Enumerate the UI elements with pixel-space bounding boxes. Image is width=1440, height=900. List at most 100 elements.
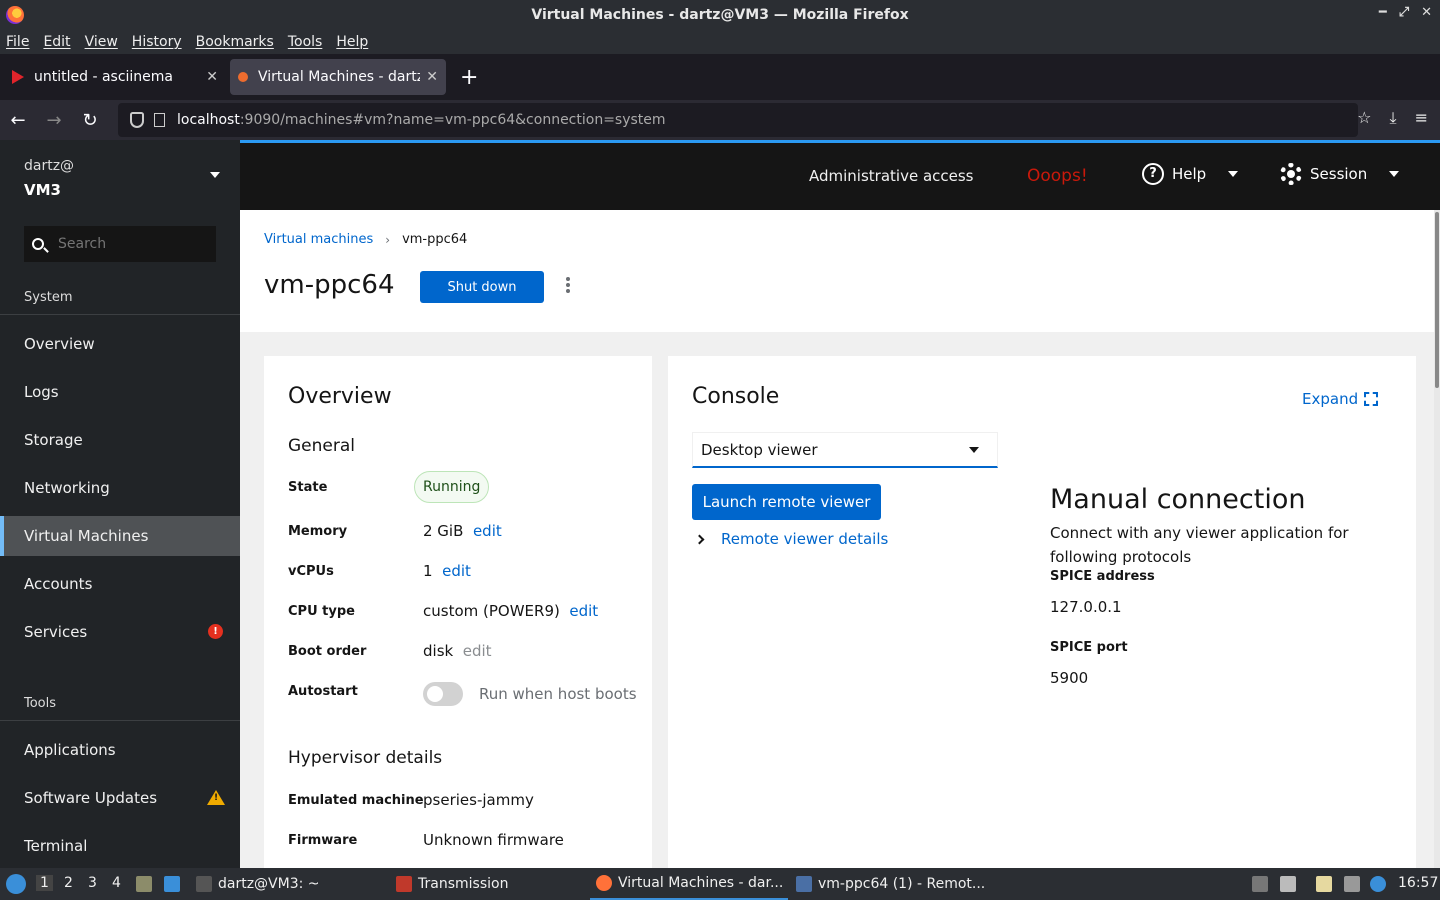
autostart-label: Autostart bbox=[288, 684, 358, 699]
menu-file[interactable]: File bbox=[6, 34, 29, 50]
expand-icon bbox=[1364, 392, 1379, 406]
task-label: Virtual Machines - dar... bbox=[618, 875, 784, 891]
autostart-toggle-label: Run when host boots bbox=[479, 685, 637, 703]
clock: 16:57 bbox=[1398, 875, 1439, 891]
close-tab-icon[interactable]: ✕ bbox=[426, 69, 438, 85]
chevron-right-icon bbox=[694, 534, 705, 544]
close-window-icon[interactable]: ✕ bbox=[1421, 5, 1432, 20]
session-label: Session bbox=[1310, 165, 1368, 183]
task-remote-viewer[interactable]: vm-ppc64 (1) - Remot... bbox=[790, 868, 985, 900]
tracking-shield-icon[interactable] bbox=[130, 112, 144, 128]
task-firefox[interactable]: Virtual Machines - dar... bbox=[590, 868, 788, 900]
maximize-icon[interactable]: ⤢ bbox=[1399, 5, 1409, 20]
menu-history[interactable]: History bbox=[132, 34, 182, 50]
vcpus-edit-link[interactable]: edit bbox=[442, 562, 471, 580]
status-badge: Running bbox=[414, 471, 490, 503]
breadcrumb: Virtual machines › vm-ppc64 bbox=[264, 232, 467, 247]
spice-address-label: SPICE address bbox=[1050, 569, 1155, 584]
tab-label: Virtual Machines - dartz@ bbox=[258, 69, 421, 85]
sidebar-item-networking[interactable]: Networking bbox=[0, 468, 240, 508]
host-caret-icon[interactable] bbox=[210, 172, 220, 178]
sidebar-item-virtual-machines[interactable]: Virtual Machines bbox=[0, 516, 240, 556]
task-label: dartz@VM3: ~ bbox=[218, 876, 320, 892]
network-icon[interactable] bbox=[1344, 876, 1360, 892]
session-menu-button[interactable]: Session bbox=[1280, 163, 1400, 185]
sidebar-item-storage[interactable]: Storage bbox=[0, 420, 240, 460]
remote-viewer-details-toggle[interactable]: Remote viewer details bbox=[692, 530, 888, 548]
divider bbox=[0, 314, 240, 315]
search-input[interactable] bbox=[58, 236, 198, 252]
launch-remote-viewer-button[interactable]: Launch remote viewer bbox=[692, 484, 881, 520]
workspace-3[interactable]: 3 bbox=[88, 875, 97, 891]
sidebar-search[interactable] bbox=[24, 226, 216, 262]
menu-edit[interactable]: Edit bbox=[43, 34, 70, 50]
sidebar-item-accounts[interactable]: Accounts bbox=[0, 564, 240, 604]
task-terminal[interactable]: dartz@VM3: ~ bbox=[190, 868, 320, 900]
new-tab-icon[interactable]: + bbox=[460, 65, 478, 90]
scrollbar-thumb[interactable] bbox=[1435, 212, 1439, 388]
divider bbox=[0, 720, 240, 721]
menu-tools[interactable]: Tools bbox=[288, 34, 323, 50]
error-badge-icon: ! bbox=[208, 624, 223, 639]
sidebar-item-logs[interactable]: Logs bbox=[0, 372, 240, 412]
downloads-icon[interactable]: ⤓ bbox=[1390, 108, 1397, 128]
viewer-type-select[interactable]: Desktop viewer bbox=[692, 432, 998, 468]
memory-value: 2 GiB edit bbox=[423, 522, 502, 540]
firmware-label: Firmware bbox=[288, 833, 358, 848]
back-icon[interactable]: ← bbox=[0, 110, 36, 131]
show-desktop-icon[interactable] bbox=[164, 876, 180, 892]
sidebar-item-overview[interactable]: Overview bbox=[0, 324, 240, 364]
toolbar-right: ☆ ⤓ ≡ bbox=[1357, 108, 1428, 128]
clipboard-icon[interactable] bbox=[1316, 876, 1332, 892]
task-transmission[interactable]: Transmission bbox=[390, 868, 508, 900]
sidebar-item-software-updates[interactable]: Software Updates bbox=[0, 778, 240, 818]
firefox-icon bbox=[596, 875, 612, 891]
sidebar-item-terminal[interactable]: Terminal bbox=[0, 826, 240, 866]
menu-bookmarks[interactable]: Bookmarks bbox=[196, 34, 274, 50]
spice-port-value: 5900 bbox=[1050, 669, 1089, 687]
menu-help[interactable]: Help bbox=[336, 34, 368, 50]
firefox-logo-icon bbox=[6, 6, 24, 24]
section-tools: Tools bbox=[24, 696, 57, 711]
start-menu-icon[interactable] bbox=[6, 874, 26, 894]
breadcrumb-virtual-machines[interactable]: Virtual machines bbox=[264, 232, 373, 247]
url-host: localhost bbox=[177, 112, 240, 128]
memory-edit-link[interactable]: edit bbox=[473, 522, 502, 540]
close-tab-icon[interactable]: ✕ bbox=[206, 69, 218, 85]
app-menu-icon[interactable]: ≡ bbox=[1415, 108, 1428, 128]
workspace-4[interactable]: 4 bbox=[112, 875, 121, 891]
caret-down-icon bbox=[1389, 171, 1400, 177]
reload-icon[interactable]: ↻ bbox=[72, 110, 108, 131]
url-bar[interactable]: localhost:9090/machines#vm?name=vm-ppc64… bbox=[118, 103, 1358, 137]
file-manager-icon[interactable] bbox=[136, 876, 152, 892]
kebab-menu-icon[interactable] bbox=[564, 277, 572, 293]
workspace-2[interactable]: 2 bbox=[64, 875, 73, 891]
notification-icon[interactable] bbox=[1370, 876, 1386, 892]
page-info-icon[interactable] bbox=[154, 113, 165, 127]
firmware-value: Unknown firmware bbox=[423, 831, 564, 849]
sidebar-item-applications[interactable]: Applications bbox=[0, 730, 240, 770]
tab-virtual-machines[interactable]: Virtual Machines - dartz@ ✕ bbox=[230, 59, 446, 95]
volume-icon[interactable] bbox=[1280, 876, 1296, 892]
help-label: Help bbox=[1172, 165, 1207, 183]
expand-button[interactable]: Expand bbox=[1302, 390, 1379, 408]
sidebar-item-services[interactable]: Services bbox=[0, 612, 240, 652]
tab-asciinema[interactable]: untitled - asciinema ✕ bbox=[4, 59, 226, 95]
autostart-toggle[interactable] bbox=[423, 682, 463, 706]
tray-update-icon[interactable] bbox=[1252, 876, 1268, 892]
page-scrollbar[interactable] bbox=[1434, 210, 1440, 868]
menu-view[interactable]: View bbox=[85, 34, 118, 50]
help-menu-button[interactable]: ? Help bbox=[1142, 163, 1239, 185]
minimize-icon[interactable]: ━ bbox=[1379, 5, 1387, 20]
administrative-access-button[interactable]: Administrative access bbox=[809, 167, 974, 185]
help-icon: ? bbox=[1142, 163, 1164, 185]
shut-down-button[interactable]: Shut down bbox=[420, 271, 544, 303]
oops-button[interactable]: Ooops! bbox=[1027, 166, 1088, 186]
host-selector[interactable]: dartz@ VM3 bbox=[24, 154, 74, 202]
cpu-type-edit-link[interactable]: edit bbox=[569, 602, 598, 620]
bookmark-star-icon[interactable]: ☆ bbox=[1357, 108, 1371, 128]
page-header: Virtual machines › vm-ppc64 vm-ppc64 Shu… bbox=[240, 210, 1434, 332]
overview-card: Overview General State Running Memory 2 … bbox=[264, 356, 652, 868]
forward-icon[interactable]: → bbox=[36, 110, 72, 131]
workspace-1[interactable]: 1 bbox=[36, 875, 53, 891]
